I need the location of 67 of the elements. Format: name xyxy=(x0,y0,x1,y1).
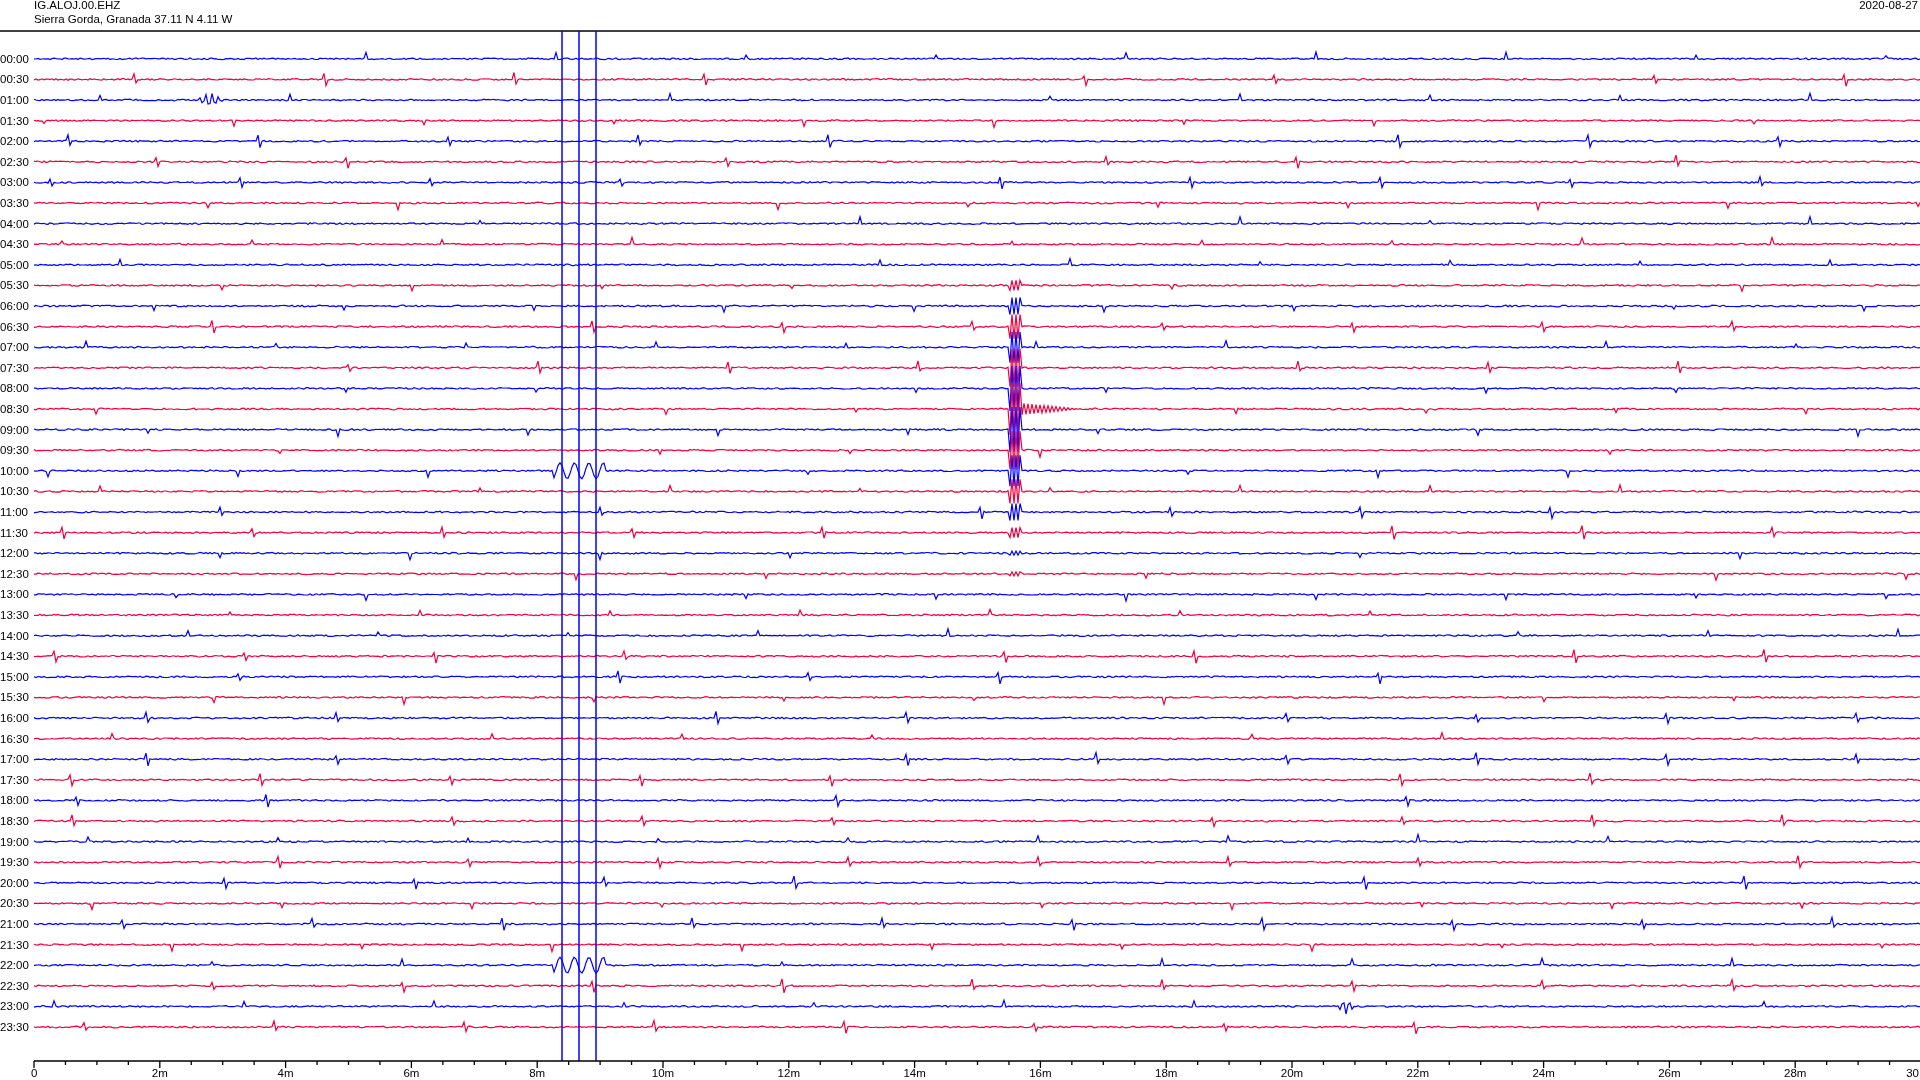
row-time-label: 18:30 xyxy=(0,815,29,827)
row-time-label: 18:00 xyxy=(0,794,29,807)
row-time-label: 10:00 xyxy=(0,464,29,477)
axis-tick-label: 6m xyxy=(403,1067,420,1079)
row-time-label: 05:30 xyxy=(0,279,29,292)
row-time-label: 08:00 xyxy=(0,382,29,395)
row-time-label: 01:00 xyxy=(0,94,29,106)
row-time-label: 04:00 xyxy=(0,217,29,230)
row-time-label: 05:00 xyxy=(0,258,29,271)
row-time-label: 04:30 xyxy=(0,238,29,251)
row-time-label: 08:30 xyxy=(0,403,29,415)
axis-tick-label: 12m xyxy=(777,1067,800,1079)
row-time-label: 15:00 xyxy=(0,670,29,683)
axis-tick-label: 28m xyxy=(1784,1067,1807,1079)
axis-tick-label: 16m xyxy=(1029,1067,1052,1079)
row-time-label: 11:30 xyxy=(0,526,28,539)
axis-tick-label: 22m xyxy=(1406,1067,1429,1079)
axis-tick-label: 18m xyxy=(1155,1067,1178,1079)
row-time-label: 09:30 xyxy=(0,444,29,457)
row-time-label: 22:30 xyxy=(0,979,29,992)
row-time-label: 07:30 xyxy=(0,361,29,374)
row-time-label: 03:30 xyxy=(0,197,29,209)
row-time-label: 13:30 xyxy=(0,609,29,621)
row-time-label: 11:00 xyxy=(0,506,28,518)
row-time-label: 23:00 xyxy=(0,1000,29,1013)
row-time-label: 22:00 xyxy=(0,959,29,972)
row-time-label: 06:30 xyxy=(0,320,29,333)
axis-tick-label: 2m xyxy=(151,1067,168,1079)
row-time-label: 19:30 xyxy=(0,856,29,869)
axis-tick-label: 26m xyxy=(1658,1067,1681,1079)
axis-tick-label: 4m xyxy=(277,1067,294,1079)
row-time-label: 16:30 xyxy=(0,732,29,745)
row-time-label: 00:00 xyxy=(0,52,29,65)
row-time-label: 19:00 xyxy=(0,835,29,848)
row-time-label: 23:30 xyxy=(0,1021,29,1033)
row-time-label: 16:00 xyxy=(0,712,29,724)
plot-date: 2020-08-27 xyxy=(1859,0,1918,11)
row-time-label: 17:30 xyxy=(0,773,29,786)
row-time-label: 20:00 xyxy=(0,876,29,889)
axis-tick-label: 20m xyxy=(1280,1067,1304,1079)
axis-tick-label: 8m xyxy=(529,1067,546,1079)
axis-tick-label: 0 xyxy=(31,1067,38,1079)
row-time-label: 09:00 xyxy=(0,423,29,436)
row-time-label: 07:00 xyxy=(0,341,29,354)
station-location: Sierra Gorda, Granada 37.11 N 4.11 W xyxy=(34,13,233,25)
row-time-label: 21:00 xyxy=(0,918,29,930)
row-time-label: 14:30 xyxy=(0,650,29,663)
row-time-label: 20:30 xyxy=(0,897,29,910)
row-time-label: 17:00 xyxy=(0,753,29,766)
axis-tick-label: 10m xyxy=(651,1067,675,1079)
row-time-label: 02:00 xyxy=(0,135,29,148)
row-time-label: 12:30 xyxy=(0,567,29,580)
axis-tick-label: 30 xyxy=(1906,1067,1919,1079)
row-time-label: 14:00 xyxy=(0,629,29,642)
axis-tick-label: 14m xyxy=(903,1067,926,1079)
station-code: IG.ALOJ.00.EHZ xyxy=(34,0,121,11)
row-time-label: 12:00 xyxy=(0,547,29,560)
axis-tick-label: 24m xyxy=(1532,1067,1555,1079)
row-time-label: 13:00 xyxy=(0,588,29,601)
row-time-label: 03:00 xyxy=(0,176,29,189)
row-time-label: 10:30 xyxy=(0,485,29,498)
row-time-label: 06:00 xyxy=(0,300,29,312)
row-time-label: 01:30 xyxy=(0,114,29,127)
row-time-label: 00:30 xyxy=(0,73,29,86)
row-time-label: 02:30 xyxy=(0,155,29,168)
row-time-label: 21:30 xyxy=(0,938,29,951)
row-time-label: 15:30 xyxy=(0,691,29,704)
